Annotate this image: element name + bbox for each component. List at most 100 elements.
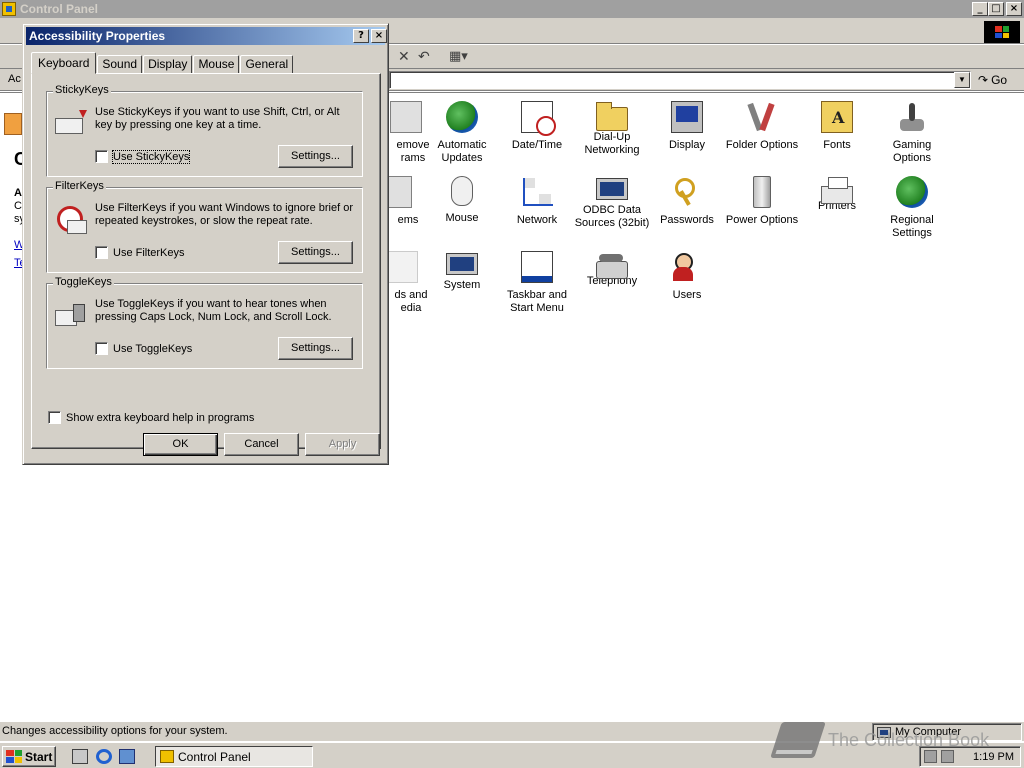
togglekeys-description: Use ToggleKeys if you want to hear tones…: [95, 298, 332, 323]
use-stickykeys-label: Use StickyKeys: [111, 149, 191, 164]
cancel-button[interactable]: Cancel: [224, 433, 299, 456]
use-togglekeys-checkbox[interactable]: [95, 342, 108, 355]
use-filterkeys-option[interactable]: Use FilterKeys: [95, 246, 185, 259]
globe-icon: [896, 176, 928, 208]
go-arrow-icon: ↷: [978, 73, 989, 87]
use-stickykeys-option[interactable]: Use StickyKeys: [95, 149, 191, 164]
minimize-button[interactable]: _: [972, 2, 988, 16]
extra-keyboard-help-checkbox[interactable]: [48, 411, 61, 424]
start-label: Start: [25, 749, 53, 764]
cp-item-telephony[interactable]: Telephony: [574, 251, 650, 288]
tab-mouse[interactable]: Mouse: [193, 55, 240, 74]
window-controls: _ □ ×: [972, 2, 1022, 16]
cp-item-odbc[interactable]: ODBC Data Sources (32bit): [574, 176, 650, 230]
address-label: Ac: [8, 73, 21, 85]
taskbar-icon: [521, 251, 553, 283]
watermark: The Collection Book: [770, 722, 989, 758]
filterkeys-stopwatch-icon: [55, 204, 87, 234]
show-desktop-icon[interactable]: [72, 749, 88, 764]
windows-logo-icon: [984, 21, 1020, 43]
extra-keyboard-help-label: Show extra keyboard help in programs: [66, 411, 255, 424]
filterkeys-group: FilterKeys Use FilterKeys if you want Wi…: [46, 180, 363, 273]
maximize-button[interactable]: □: [988, 2, 1004, 16]
tab-display[interactable]: Display: [143, 55, 193, 74]
control-panel-icon: [160, 750, 174, 763]
address-dropdown-button[interactable]: ▼: [954, 72, 970, 88]
go-label: Go: [991, 73, 1008, 87]
folder-banner-icon: [4, 113, 22, 135]
dialog-titlebar[interactable]: Accessibility Properties ? ×: [26, 27, 387, 45]
ok-button[interactable]: OK: [143, 433, 218, 456]
use-togglekeys-label: Use ToggleKeys: [113, 342, 193, 355]
togglekeys-settings-button[interactable]: Settings...: [278, 337, 353, 360]
cp-item-display[interactable]: Display: [649, 101, 725, 152]
address-input[interactable]: ▼: [389, 71, 971, 89]
extra-keyboard-help-option[interactable]: Show extra keyboard help in programs: [48, 411, 254, 424]
stickykeys-description: Use StickyKeys if you want to use Shift,…: [95, 106, 340, 131]
keyboard-tab-panel: StickyKeys Use StickyKeys if you want to…: [31, 73, 381, 449]
use-filterkeys-label: Use FilterKeys: [113, 246, 185, 259]
views-icon[interactable]: ▦▾: [449, 49, 468, 64]
accessibility-properties-dialog: Accessibility Properties ? × Keyboard So…: [22, 23, 389, 465]
book-icon: [770, 722, 826, 758]
channels-icon[interactable]: [119, 749, 135, 764]
go-button[interactable]: ↷ Go: [978, 71, 1020, 89]
cp-item-taskbar-start-menu[interactable]: Taskbar and Start Menu: [499, 251, 575, 315]
globe-icon: [446, 101, 478, 133]
partial-icon: [390, 101, 422, 133]
togglekeys-group: ToggleKeys Use ToggleKeys if you want to…: [46, 276, 363, 369]
cp-item-date-time[interactable]: Date/Time: [499, 101, 575, 152]
cp-item-folder-options[interactable]: Folder Options: [724, 101, 800, 152]
stickykeys-group-label: StickyKeys: [53, 84, 111, 96]
stickykeys-keyboard-icon: [55, 108, 87, 136]
cp-item-fonts[interactable]: Fonts: [799, 101, 875, 152]
apply-button[interactable]: Apply: [305, 433, 380, 456]
keys-icon: [671, 176, 703, 208]
main-titlebar[interactable]: Control Panel _ □ ×: [0, 0, 1024, 18]
help-button[interactable]: ?: [353, 29, 369, 43]
tab-strip: Keyboard Sound Display Mouse General: [31, 52, 294, 74]
database-icon: [596, 178, 628, 200]
togglekeys-speaker-icon: [55, 300, 85, 328]
cp-item-network[interactable]: Network: [499, 176, 575, 227]
calendar-clock-icon: [521, 101, 556, 136]
delete-icon[interactable]: ✕: [398, 49, 410, 65]
use-togglekeys-option[interactable]: Use ToggleKeys: [95, 342, 192, 355]
undo-icon[interactable]: ↶: [418, 49, 430, 65]
internet-explorer-icon[interactable]: [96, 749, 112, 764]
filterkeys-group-label: FilterKeys: [53, 180, 106, 192]
start-button[interactable]: Start: [2, 746, 56, 767]
network-icon: [521, 176, 553, 208]
taskbar-button-control-panel[interactable]: Control Panel: [155, 746, 313, 767]
cp-item-power-options[interactable]: Power Options: [724, 176, 800, 227]
printer-icon: [821, 177, 853, 204]
use-stickykeys-checkbox[interactable]: [95, 150, 108, 163]
computer-icon: [446, 253, 478, 275]
filterkeys-settings-button[interactable]: Settings...: [278, 241, 353, 264]
dialog-title: Accessibility Properties: [29, 29, 166, 43]
filterkeys-description: Use FilterKeys if you want Windows to ig…: [95, 202, 353, 227]
close-button[interactable]: ×: [1006, 2, 1022, 16]
cp-item-automatic-updates[interactable]: Automatic Updates: [424, 101, 500, 165]
cp-item-printers[interactable]: Printers: [799, 176, 875, 213]
battery-icon: [753, 176, 771, 208]
cp-item-dial-up-networking[interactable]: Dial-Up Networking: [574, 101, 650, 157]
cp-item-mouse[interactable]: Mouse: [424, 176, 500, 225]
partial-icon: [386, 251, 418, 283]
status-text: Changes accessibility options for your s…: [2, 725, 228, 737]
monitor-icon: [671, 101, 703, 133]
stickykeys-settings-button[interactable]: Settings...: [278, 145, 353, 168]
stickykeys-group: StickyKeys Use StickyKeys if you want to…: [46, 84, 363, 177]
dialog-close-button[interactable]: ×: [371, 29, 387, 43]
tab-keyboard[interactable]: Keyboard: [31, 52, 97, 74]
mouse-icon: [451, 176, 473, 206]
cp-item-gaming-options[interactable]: Gaming Options: [874, 101, 950, 165]
cp-item-users[interactable]: Users: [649, 251, 725, 302]
cp-item-system[interactable]: System: [424, 251, 500, 292]
cp-item-passwords[interactable]: Passwords: [649, 176, 725, 227]
cp-item-regional-settings[interactable]: Regional Settings: [874, 176, 950, 240]
telephone-icon: [596, 254, 628, 279]
use-filterkeys-checkbox[interactable]: [95, 246, 108, 259]
tab-sound[interactable]: Sound: [97, 55, 143, 74]
tab-general[interactable]: General: [240, 55, 294, 74]
